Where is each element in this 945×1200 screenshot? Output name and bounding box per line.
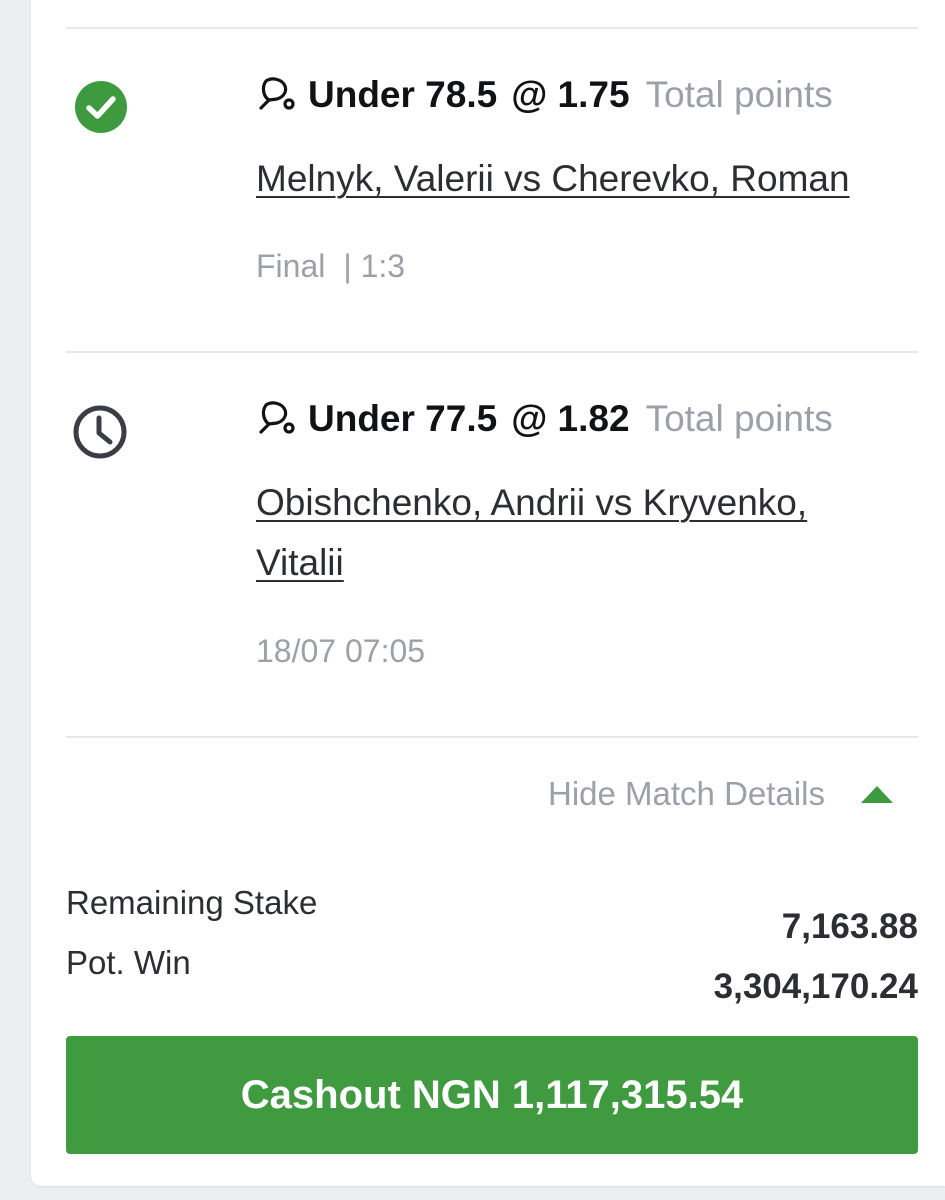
hide-match-details-toggle[interactable]: Hide Match Details — [548, 772, 918, 816]
bet-1-market-line: Under 78.5 @ 1.75 Total points — [256, 70, 833, 120]
bet-2-odds: @ 1.82 — [511, 398, 630, 439]
bet-1-event-link[interactable]: Melnyk, Valerii vs Cherevko, Roman — [256, 151, 850, 207]
remaining-stake-value: 7,163.88 — [781, 907, 918, 946]
divider — [66, 27, 918, 29]
bet-2-market-line: Under 77.5 @ 1.82 Total points — [256, 394, 833, 444]
bet-2-event-link-continued[interactable]: Vitalii — [256, 535, 344, 591]
table-tennis-icon — [259, 401, 295, 434]
remaining-stake-label: Remaining Stake — [66, 884, 318, 921]
table-tennis-icon — [259, 77, 295, 110]
bet-2-datetime: 18/07 07:05 — [256, 633, 426, 669]
caret-up-icon — [860, 785, 893, 803]
clock-icon — [73, 405, 127, 459]
bet-2-market: Total points — [645, 398, 833, 439]
cashout-button[interactable]: Cashout NGN 1,117,315.54 — [66, 1036, 918, 1154]
bet-1-market: Total points — [645, 74, 833, 115]
bet-1-state: Final — [256, 248, 326, 284]
pot-win-label: Pot. Win — [66, 944, 191, 981]
bet-1-odds: @ 1.75 — [511, 74, 630, 115]
bet-2-event-link[interactable]: Obishchenko, Andrii vs Kryvenko, — [256, 475, 807, 531]
divider — [66, 736, 918, 738]
pot-win-value: 3,304,170.24 — [713, 967, 918, 1006]
bet-1-score: | 1:3 — [343, 248, 406, 284]
bet-1-result: Final | 1:3 — [256, 248, 405, 285]
divider — [66, 351, 918, 353]
bet-1-pick: Under 78.5 — [308, 74, 498, 115]
hide-match-details-label: Hide Match Details — [548, 775, 825, 812]
check-circle-icon — [75, 81, 127, 133]
bet-2-pick: Under 77.5 — [308, 398, 498, 439]
